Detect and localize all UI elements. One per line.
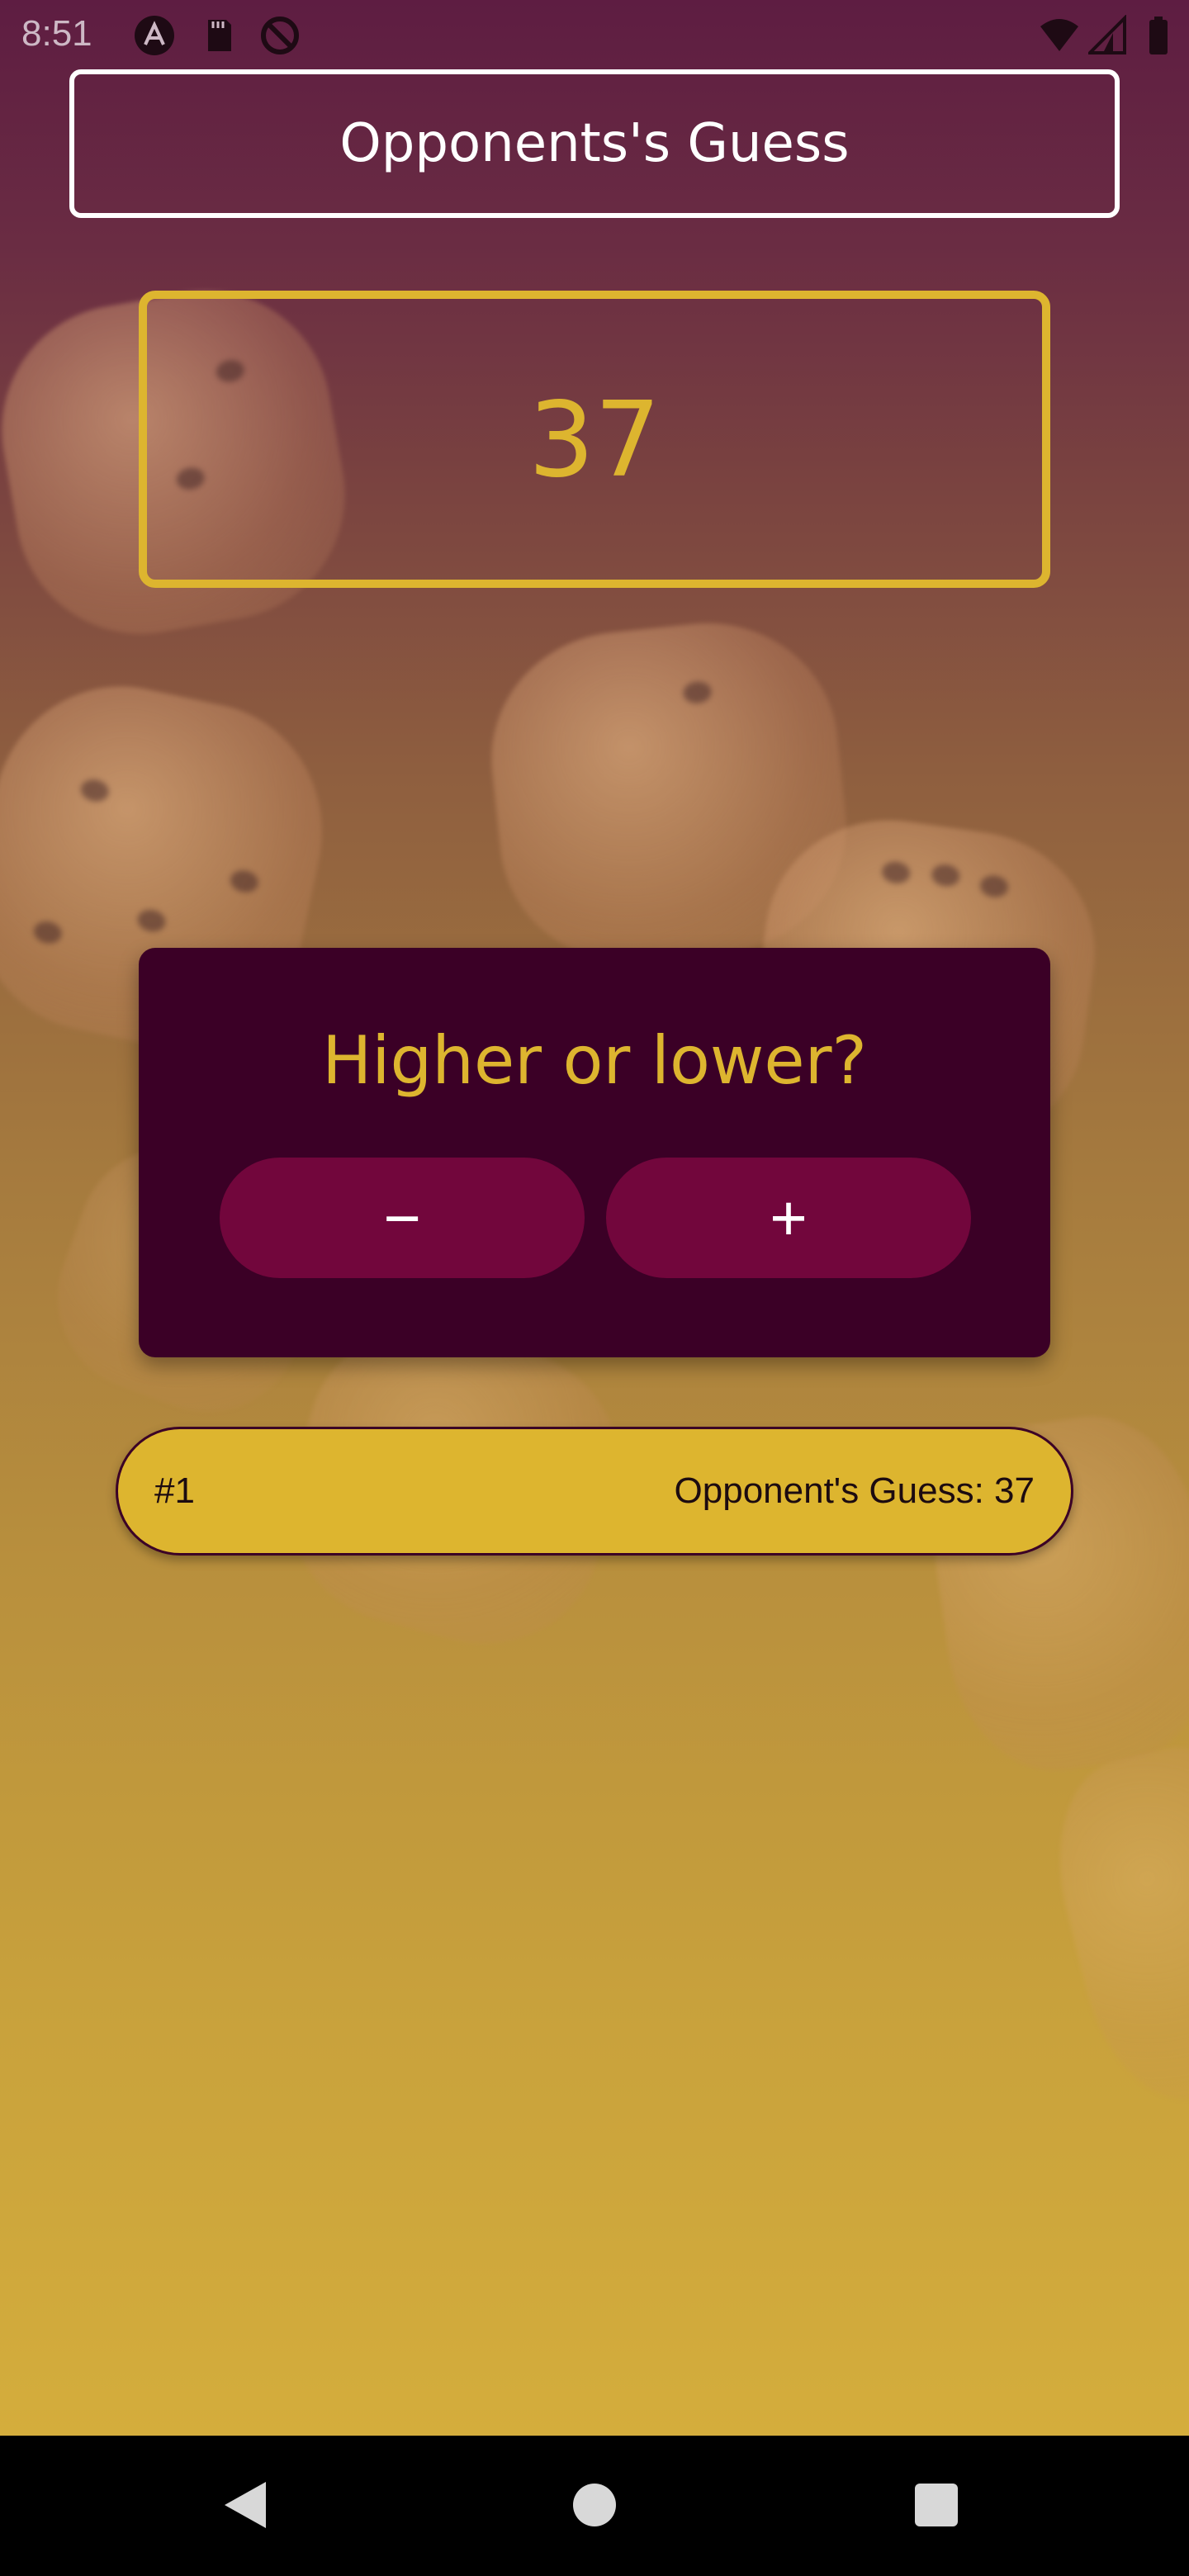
die-pip	[228, 868, 261, 895]
status-time: 8:51	[21, 13, 92, 54]
navigation-bar	[0, 2436, 1189, 2576]
die-pip	[978, 874, 1010, 899]
guess-number: 37	[528, 378, 661, 500]
screen-title: Opponents's Guess	[69, 69, 1120, 218]
die-pip	[31, 919, 64, 946]
guess-number-display: 37	[139, 291, 1050, 588]
higher-lower-prompt: Higher or lower?	[322, 1022, 867, 1099]
guess-log-item: #1 Opponent's Guess: 37	[116, 1427, 1073, 1556]
guess-log-text: Opponent's Guess: 37	[674, 1470, 1035, 1511]
plus-icon: +	[770, 1181, 808, 1254]
minus-icon: −	[383, 1181, 421, 1254]
dice-background-decoration	[1035, 1729, 1189, 2119]
die-pip	[682, 680, 713, 705]
guess-log-round: #1	[154, 1470, 195, 1511]
higher-lower-card: Higher or lower? − +	[139, 948, 1050, 1357]
app-a-icon	[135, 16, 174, 55]
battery-icon	[1149, 17, 1168, 54]
app-screen: 8:51 Opponents's Guess 37 Higher or lowe…	[0, 0, 1189, 2436]
no-sync-icon	[261, 17, 299, 54]
status-bar: 8:51	[0, 0, 1189, 69]
wifi-icon	[1040, 19, 1078, 51]
die-pip	[880, 859, 912, 886]
lower-button[interactable]: −	[220, 1158, 585, 1278]
back-icon[interactable]	[225, 2482, 266, 2528]
sd-card-icon	[208, 20, 231, 51]
die-pip	[930, 863, 961, 888]
die-pip	[78, 777, 111, 804]
recents-icon[interactable]	[915, 2484, 958, 2526]
die-pip	[135, 907, 168, 935]
home-icon[interactable]	[573, 2484, 616, 2526]
higher-button[interactable]: +	[606, 1158, 971, 1278]
screen-title-text: Opponents's Guess	[339, 113, 850, 174]
signal-icon	[1088, 15, 1126, 54]
